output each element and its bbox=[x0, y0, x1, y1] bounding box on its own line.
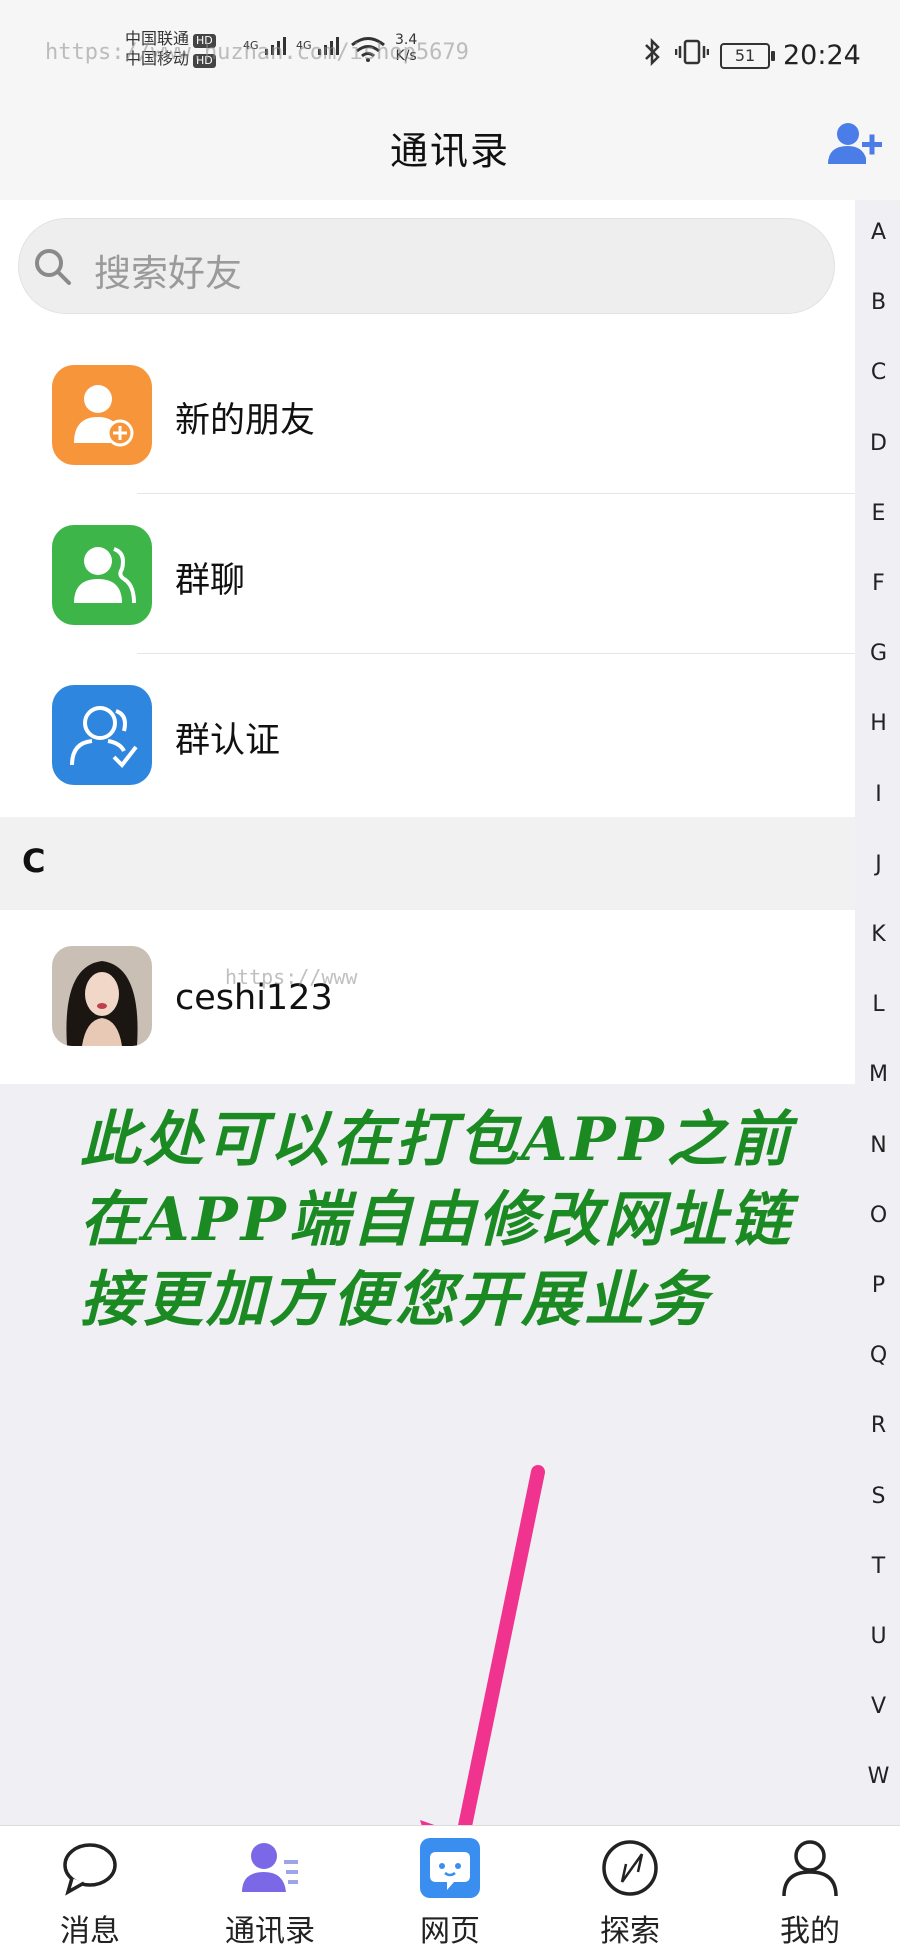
index-letter-a[interactable]: A bbox=[856, 220, 900, 245]
index-letter-b[interactable]: B bbox=[856, 290, 900, 315]
group-chat-icon bbox=[52, 525, 152, 625]
group-chat-row[interactable]: 群聊 bbox=[0, 520, 855, 680]
index-letter-w[interactable]: W bbox=[856, 1764, 900, 1789]
nav-webpage[interactable]: 网页 bbox=[360, 1826, 540, 1951]
section-header: C bbox=[0, 817, 855, 910]
compass-icon bbox=[602, 1840, 658, 1896]
status-bar: 中国联通 HD 中国移动 HD 4G 4G 3.4 K/s https://www.… bbox=[0, 0, 900, 100]
index-letter-v[interactable]: V bbox=[856, 1694, 900, 1719]
index-letter-k[interactable]: K bbox=[856, 922, 900, 947]
contact-row[interactable]: ceshi123 https://www bbox=[0, 910, 855, 1084]
status-time: 20:24 bbox=[783, 40, 861, 71]
group-verify-label: 群认证 bbox=[175, 721, 281, 761]
nav-explore-label: 探索 bbox=[600, 1914, 660, 1949]
annotation-line-3: 接更加方便您开展业务 bbox=[80, 1265, 710, 1335]
bottom-navigation: 消息 通讯录 网页 探索 我的 bbox=[0, 1825, 900, 1951]
index-letter-m[interactable]: M bbox=[856, 1062, 900, 1087]
index-letter-d[interactable]: D bbox=[856, 431, 900, 456]
index-letter-q[interactable]: Q bbox=[856, 1343, 900, 1368]
watermark-text: https://www.huzhan.com/ishop5679 bbox=[45, 40, 469, 65]
search-placeholder: 搜索好友 bbox=[94, 252, 242, 295]
index-letter-h[interactable]: H bbox=[856, 711, 900, 736]
index-letter-g[interactable]: G bbox=[856, 641, 900, 666]
index-letter-u[interactable]: U bbox=[856, 1624, 900, 1649]
nav-webpage-label: 网页 bbox=[420, 1914, 480, 1949]
nav-explore[interactable]: 探索 bbox=[540, 1826, 720, 1951]
page-title: 通讯录 bbox=[389, 129, 510, 173]
profile-icon bbox=[782, 1840, 838, 1897]
new-friends-label: 新的朋友 bbox=[175, 401, 316, 441]
header-bar: 通讯录 bbox=[0, 100, 900, 200]
search-input[interactable]: 搜索好友 bbox=[18, 218, 835, 314]
add-contact-icon[interactable] bbox=[828, 120, 884, 170]
watermark-text: https://www bbox=[225, 965, 358, 989]
nav-messages-label: 消息 bbox=[60, 1914, 120, 1949]
nav-messages[interactable]: 消息 bbox=[0, 1826, 180, 1951]
search-icon bbox=[35, 249, 71, 285]
nav-contacts[interactable]: 通讯录 bbox=[180, 1826, 360, 1951]
new-friends-row[interactable]: 新的朋友 bbox=[0, 360, 855, 520]
avatar bbox=[52, 946, 152, 1046]
annotation-line-2: 在APP端自由修改网址链 bbox=[80, 1185, 793, 1255]
index-letter-l[interactable]: L bbox=[856, 992, 900, 1017]
index-letter-r[interactable]: R bbox=[856, 1413, 900, 1438]
index-letter-i[interactable]: I bbox=[856, 782, 900, 807]
new-friend-icon bbox=[52, 365, 152, 465]
index-letter-e[interactable]: E bbox=[856, 501, 900, 526]
annotation-line-1: 此处可以在打包APP之前 bbox=[80, 1105, 793, 1175]
battery-indicator: 51 bbox=[720, 43, 775, 69]
index-letter-f[interactable]: F bbox=[856, 571, 900, 596]
index-letter-j[interactable]: J bbox=[856, 852, 900, 877]
contacts-list-panel: 搜索好友 新的朋友 群聊 群认证 C ceshi123 https://www bbox=[0, 200, 855, 1084]
bluetooth-icon bbox=[645, 38, 660, 66]
chat-bubble-icon bbox=[63, 1843, 117, 1896]
nav-profile[interactable]: 我的 bbox=[720, 1826, 900, 1951]
contacts-icon bbox=[242, 1843, 298, 1892]
index-letter-c[interactable]: C bbox=[856, 360, 900, 385]
group-verify-icon bbox=[52, 685, 152, 785]
index-letter-t[interactable]: T bbox=[856, 1554, 900, 1579]
section-letter: C bbox=[22, 842, 46, 880]
webpage-icon bbox=[420, 1838, 480, 1898]
group-verify-row[interactable]: 群认证 bbox=[0, 680, 855, 840]
row-divider bbox=[137, 493, 855, 494]
vibrate-icon bbox=[675, 39, 709, 65]
nav-contacts-label: 通讯录 bbox=[225, 1914, 315, 1949]
nav-profile-label: 我的 bbox=[780, 1914, 840, 1949]
annotation-text: 此处可以在打包APP之前 在APP端自由修改网址链 接更加方便您开展业务 bbox=[80, 1100, 880, 1340]
row-divider bbox=[137, 653, 855, 654]
index-letter-s[interactable]: S bbox=[856, 1484, 900, 1509]
group-chat-label: 群聊 bbox=[175, 561, 246, 601]
